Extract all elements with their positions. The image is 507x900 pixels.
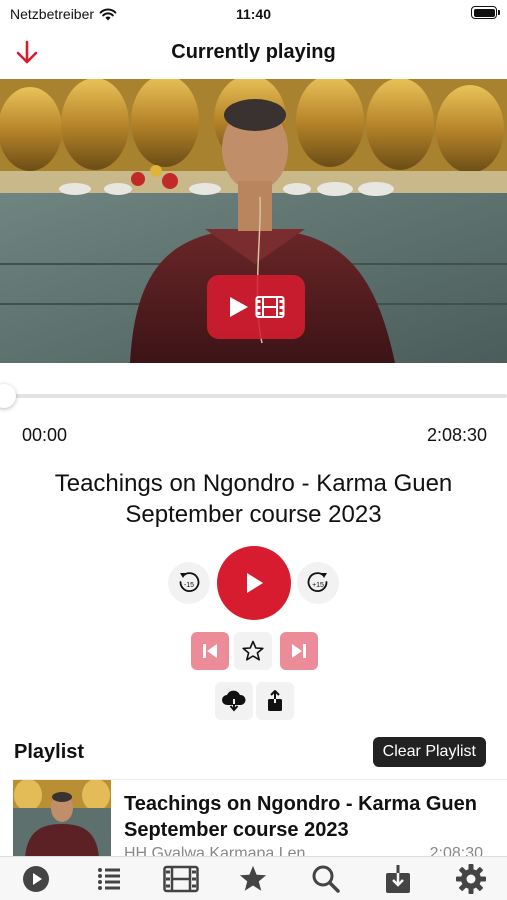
navigation-bar: Currently playing: [0, 28, 507, 76]
playlist-item[interactable]: Teachings on Ngondro - Karma Guen Septem…: [13, 779, 507, 857]
cloud-download-icon: [222, 690, 246, 712]
play-button[interactable]: [217, 546, 291, 620]
progress-slider[interactable]: [0, 384, 507, 408]
list-icon: [97, 867, 120, 890]
skip-next-icon: [292, 644, 306, 658]
tab-search[interactable]: [306, 859, 346, 899]
battery-icon: [471, 6, 500, 19]
gear-icon: [455, 863, 486, 894]
share-button[interactable]: [256, 682, 294, 720]
tab-list[interactable]: [89, 859, 129, 899]
video-player[interactable]: [0, 79, 507, 363]
skip-previous-icon: [203, 644, 217, 658]
playlist-item-thumbnail: [13, 780, 111, 857]
tab-bar: [0, 856, 507, 900]
tab-now-playing[interactable]: [16, 859, 56, 899]
star-icon: [240, 865, 267, 891]
play-circle-icon: [23, 865, 50, 892]
progress-thumb[interactable]: [0, 384, 16, 408]
forward-15-button[interactable]: +15: [297, 562, 339, 604]
star-icon: [242, 640, 264, 661]
tab-downloads[interactable]: [378, 859, 418, 899]
status-bar: Netzbetreiber 11:40: [0, 0, 507, 28]
playlist-heading: Playlist: [14, 741, 85, 763]
skip-next-button[interactable]: [280, 632, 318, 670]
tab-videos[interactable]: [161, 859, 201, 899]
tab-favorites[interactable]: [233, 859, 273, 899]
progress-track: [0, 394, 507, 398]
svg-text:-15: -15: [184, 582, 194, 589]
forward-15-icon: +15: [307, 572, 328, 593]
download-icon: [386, 864, 411, 893]
playlist-item-title: Teachings on Ngondro - Karma Guen Septem…: [124, 793, 477, 841]
rewind-15-icon: -15: [179, 572, 200, 593]
search-icon: [312, 865, 340, 893]
status-time: 11:40: [235, 6, 272, 22]
play-film-icon[interactable]: [207, 275, 305, 339]
share-icon: [268, 690, 282, 711]
skip-previous-button[interactable]: [191, 632, 229, 670]
play-icon: [247, 573, 263, 593]
page-title: Currently playing: [171, 41, 336, 63]
total-time: 2:08:30: [426, 425, 487, 445]
clear-playlist-button[interactable]: Clear Playlist: [372, 737, 486, 767]
tab-settings[interactable]: [451, 859, 491, 899]
track-title: Teachings on Ngondro - Karma Guen Septem…: [54, 470, 453, 528]
favorite-button[interactable]: [234, 632, 272, 670]
elapsed-time: 00:00: [22, 425, 68, 445]
film-icon: [163, 865, 199, 892]
rewind-15-button[interactable]: -15: [168, 562, 210, 604]
svg-text:+15: +15: [312, 582, 324, 589]
download-button[interactable]: [215, 682, 253, 720]
